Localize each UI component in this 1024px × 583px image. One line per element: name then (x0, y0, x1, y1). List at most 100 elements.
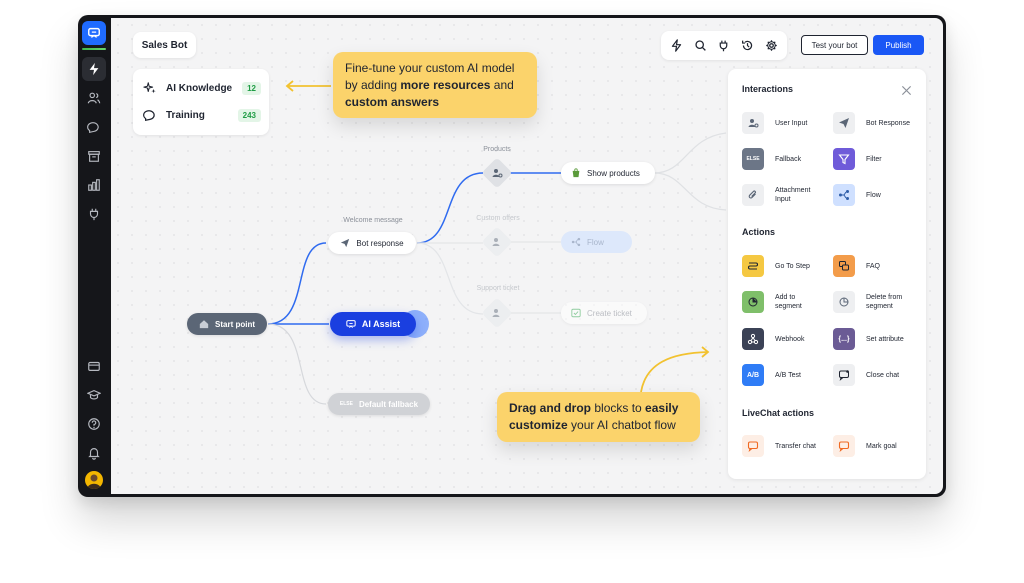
flow-node-label: Flow (587, 237, 604, 247)
go-to-step-icon (742, 255, 764, 277)
education-icon[interactable] (82, 383, 106, 407)
bot-name-card[interactable]: Sales Bot (133, 32, 196, 58)
default-fallback-node[interactable]: ELSE Default fallback (328, 393, 430, 415)
segment-user-icon (491, 236, 503, 248)
delete-segment-icon (833, 291, 855, 313)
block-label: Attachment Input (775, 187, 811, 203)
users-icon[interactable] (82, 86, 106, 110)
ai-model-callout: Fine-tune your custom AI model by adding… (333, 52, 537, 118)
block-label: FAQ (866, 262, 881, 270)
segment-user-icon (491, 307, 503, 319)
start-point-node[interactable]: Start point (187, 313, 267, 335)
shopify-bag-icon (572, 168, 580, 178)
ai-knowledge-count: 12 (242, 82, 261, 95)
billing-icon[interactable] (82, 354, 106, 378)
close-panel-icon[interactable] (901, 83, 912, 101)
support-ticket-label: Support ticket (476, 285, 520, 292)
bot-response-label: Bot response (356, 238, 404, 248)
show-products-node[interactable]: Show products (561, 162, 655, 184)
ai-knowledge-row[interactable]: AI Knowledge (143, 81, 232, 95)
drag-drop-callout: Drag and drop blocks to easily customize… (497, 392, 700, 442)
knowledge-card: AI Knowledge 12 Training 243 (133, 69, 269, 135)
set-attribute-icon: {...} (833, 328, 855, 350)
webhook-icon (742, 328, 764, 350)
block-label: Mark goal (866, 442, 897, 450)
ai-assist-node[interactable]: AI Assist (330, 312, 416, 336)
ab-test-icon: A/B (742, 364, 764, 386)
mark-goal-icon (833, 435, 855, 457)
app-logo-icon[interactable] (82, 21, 106, 45)
callout-bottom-bold-customize: customize (509, 418, 568, 432)
user-avatar[interactable] (85, 471, 103, 489)
bot-response-node[interactable]: Bot response (328, 232, 416, 254)
block-ab-test[interactable]: A/B A/B Test (742, 364, 801, 386)
status-bar (82, 48, 106, 50)
block-attachment-input[interactable]: Attachment Input (742, 184, 810, 206)
block-set-attribute[interactable]: {...} Set attribute (833, 328, 904, 350)
actions-title: Actions (742, 227, 776, 237)
block-close-chat[interactable]: Close chat (833, 364, 899, 386)
callout-bottom-bold-easily: easily (645, 401, 679, 415)
training-row[interactable]: Training (143, 108, 205, 122)
reports-icon[interactable] (82, 173, 106, 197)
products-label: Products (483, 146, 511, 153)
automations-icon[interactable] (82, 57, 106, 81)
callout-bottom-bold-drag: Drag and drop (509, 401, 592, 415)
block-flow[interactable]: Flow (833, 184, 881, 206)
chatbot-icon (346, 320, 356, 329)
left-navigation-rail (78, 15, 110, 497)
search-icon[interactable] (694, 39, 707, 57)
block-filter[interactable]: Filter (833, 148, 882, 170)
block-bot-response[interactable]: Bot Response (833, 112, 910, 134)
filter-icon (833, 148, 855, 170)
integrations-icon[interactable] (82, 202, 106, 226)
block-label: Transfer chat (775, 442, 816, 450)
paperclip-icon (742, 184, 764, 206)
ticket-check-icon (571, 308, 581, 318)
block-label: User Input (775, 119, 808, 127)
create-ticket-node[interactable]: Create ticket (561, 302, 647, 324)
publish-button[interactable]: Publish (873, 35, 924, 55)
block-go-to-step[interactable]: Go To Step (742, 255, 810, 277)
plug-icon[interactable] (717, 39, 730, 57)
block-label: Fallback (775, 155, 802, 163)
notifications-bell-icon[interactable] (82, 441, 106, 465)
flow-icon (833, 184, 855, 206)
interactions-title: Interactions (742, 84, 794, 94)
faq-icon (833, 255, 855, 277)
chats-icon[interactable] (82, 115, 106, 139)
block-user-input[interactable]: User Input (742, 112, 807, 134)
block-webhook[interactable]: Webhook (742, 328, 804, 350)
block-transfer-chat[interactable]: Transfer chat (742, 435, 816, 457)
create-ticket-label: Create ticket (587, 308, 632, 318)
block-faq[interactable]: FAQ (833, 255, 880, 277)
callout-top-bold-resources: more resources (400, 78, 491, 92)
segment-user-icon (491, 167, 503, 179)
callout-bottom-text2: your AI chatbot flow (567, 418, 676, 432)
callout-bottom-text1: blocks to (591, 401, 646, 415)
flow-node[interactable]: Flow (561, 231, 632, 253)
settings-gear-icon[interactable] (765, 39, 778, 57)
home-icon (199, 320, 209, 329)
else-icon: ELSE (742, 148, 764, 170)
block-mark-goal[interactable]: Mark goal (833, 435, 897, 457)
callout-top-line1: Fine-tune your custom AI model (345, 61, 515, 75)
history-icon[interactable] (741, 39, 754, 57)
archive-icon[interactable] (82, 144, 106, 168)
flow-canvas[interactable]: Sales Bot Test your bot Publish AI Knowl… (111, 18, 943, 494)
bot-name: Sales Bot (141, 39, 188, 51)
help-icon[interactable] (82, 412, 106, 436)
training-count: 243 (237, 109, 261, 122)
block-label: Flow (866, 191, 881, 199)
block-delete-from-segment[interactable]: Delete from segment (833, 291, 902, 313)
block-label: A/B Test (775, 371, 801, 379)
block-fallback[interactable]: ELSE Fallback (742, 148, 801, 170)
livechat-actions-title: LiveChat actions (742, 408, 815, 418)
block-add-to-segment[interactable]: Add to segment (742, 291, 802, 313)
block-label: Filter (866, 155, 882, 163)
block-label: Go To Step (775, 262, 810, 270)
lightning-icon[interactable] (670, 39, 683, 57)
block-label: Delete from segment (866, 294, 903, 310)
test-your-bot-button[interactable]: Test your bot (801, 35, 868, 55)
block-label: Set attribute (866, 335, 904, 343)
